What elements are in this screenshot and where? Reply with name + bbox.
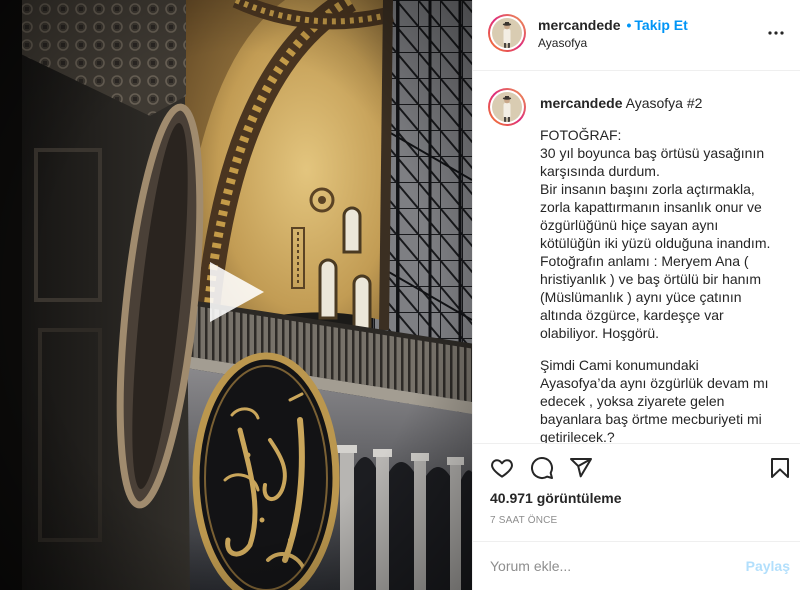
more-options-button[interactable] [764,21,788,45]
caption-line: altında özgürce, kardeşçe var [540,307,724,323]
add-comment-row: Paylaş [473,541,800,591]
caption-title: mercandede Ayasofya #2 [540,94,798,112]
separator-dot: • [626,17,632,33]
avatar[interactable] [488,88,526,126]
bookmark-icon [771,458,789,478]
avatar[interactable] [488,14,526,52]
post-timestamp[interactable]: 7 SAAT ÖNCE [490,515,557,527]
share-icon [570,458,592,478]
caption-line: 30 yıl boyunca baş örtüsü yasağının [540,145,765,161]
caption-body: mercandede Ayasofya #2 FOTOĞRAF: 30 yıl … [540,94,798,443]
heart-icon [491,459,513,478]
caption-line: kötülüğün iki yüzü olduğuna inandım. [540,235,771,251]
caption-line: getirilecek.? [540,429,615,443]
caption-line: bayanlara baş örtme mecburiyeti mi [540,411,762,427]
location-link[interactable]: Ayasofya [538,35,587,51]
caption-paragraph: FOTOĞRAF: 30 yıl boyunca baş örtüsü yasa… [540,126,798,342]
caption-paragraph: Şimdi Cami konumundaki Ayasofya’da aynı … [540,356,798,443]
comment-input[interactable] [490,554,720,578]
post-media[interactable] [0,0,472,590]
caption-line: Ayasofya’da aynı özgürlük devam mı [540,375,769,391]
save-button[interactable] [768,456,792,480]
caption-headline: Ayasofya #2 [625,95,703,111]
caption-section: mercandede Ayasofya #2 FOTOĞRAF: 30 yıl … [473,71,800,443]
more-horizontal-icon [768,31,784,35]
header-user-row: mercandede • Takip Et [538,16,688,34]
header-username[interactable]: mercandede [538,17,620,33]
post-header: mercandede • Takip Et Ayasofya [473,0,800,71]
caption-line: karşısında durdum. [540,163,660,179]
like-button[interactable] [490,456,514,480]
caption-line: olabiliyor. Hoşgörü. [540,325,660,341]
post-actions: 40.971 görüntüleme 7 SAAT ÖNCE [473,443,800,541]
caption-line: (Müslümanlık ) aynı yüce çatının [540,289,742,305]
comment-button[interactable] [530,456,554,480]
media-photo [0,0,472,590]
caption-line: FOTOĞRAF: [540,127,622,143]
caption-line: Fotoğrafın anlamı : Meryem Ana ( [540,253,749,269]
share-button[interactable] [569,456,593,480]
post-comment-button[interactable]: Paylaş [746,557,790,575]
caption-line: hristiyanlık ) ve baş örtülü bir hanım [540,271,761,287]
caption-line: Bir insanın başını zorla açtırmakla, [540,181,755,197]
post-details-panel: mercandede • Takip Et Ayasofya mercanded… [472,0,800,590]
caption-username[interactable]: mercandede [540,95,622,111]
caption-line: edecek , yoksa ziyarete gelen [540,393,725,409]
follow-button[interactable]: Takip Et [634,17,687,33]
caption-line: Şimdi Cami konumundaki [540,357,699,373]
caption-line: özgürlüğünü hiçe sayan aynı [540,217,719,233]
view-count[interactable]: 40.971 görüntüleme [490,489,622,507]
caption-line: zorla kapattırmanın insanlık onur ve [540,199,762,215]
comment-icon [531,457,553,479]
